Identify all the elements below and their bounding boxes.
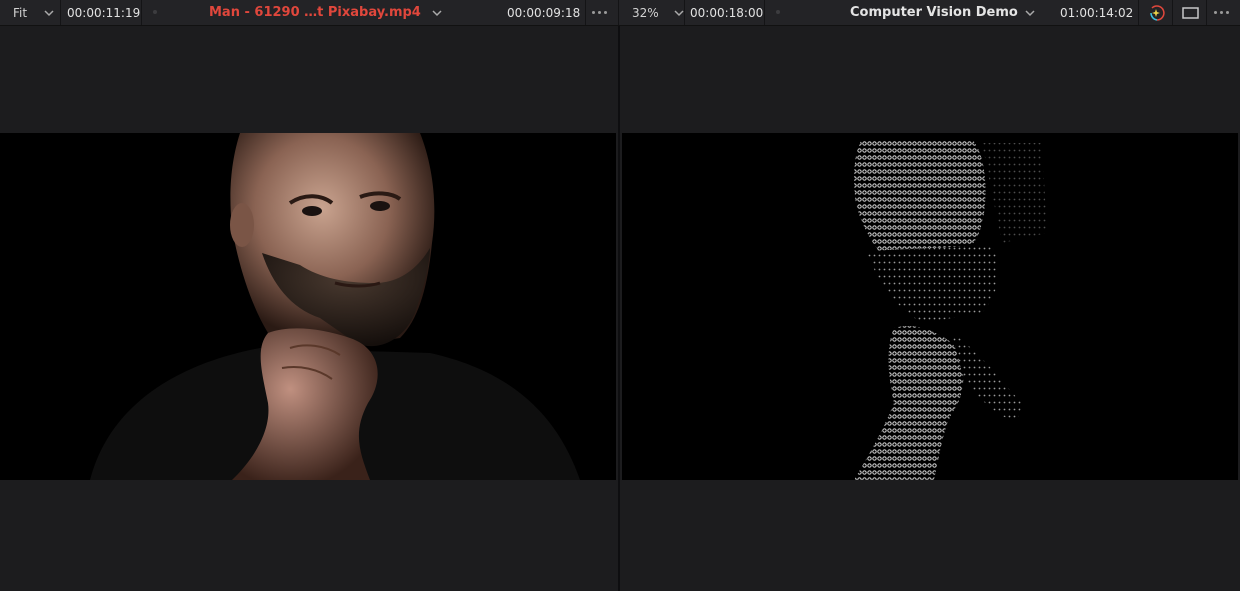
timeline-timecode-duration: 00:00:18:00	[690, 5, 764, 20]
source-zoom-label: Fit	[13, 5, 28, 20]
viewer-toolbar: Fit 00:00:11:19 Man - 61290 …t Pixabay.m…	[0, 0, 1240, 26]
timeline-title: Computer Vision Demo	[850, 5, 1018, 20]
timeline-zoom-dropdown[interactable]: 32%	[632, 0, 685, 25]
chevron-down-icon	[1024, 7, 1036, 19]
more-options-icon[interactable]	[592, 0, 607, 25]
rectangle-frame-icon[interactable]	[1182, 0, 1199, 25]
timeline-zoom-label: 32%	[632, 5, 659, 20]
timeline-video-frame[interactable]	[622, 133, 1238, 480]
source-viewer	[0, 26, 618, 591]
chevron-down-icon	[43, 7, 55, 19]
source-clip-title: Man - 61290 …t Pixabay.mp4	[209, 5, 421, 20]
timeline-timecode-current: 01:00:14:02	[1060, 5, 1134, 20]
more-options-icon[interactable]	[1214, 0, 1229, 25]
timeline-title-dropdown[interactable]: Computer Vision Demo	[850, 0, 1036, 25]
chevron-down-icon	[431, 7, 443, 19]
timeline-viewer	[620, 26, 1240, 591]
source-zoom-dropdown[interactable]: Fit	[13, 0, 55, 25]
source-timecode-duration: 00:00:11:19	[67, 5, 141, 20]
source-video-frame[interactable]	[0, 133, 616, 480]
source-clip-dropdown[interactable]: Man - 61290 …t Pixabay.mp4	[209, 0, 443, 25]
source-jog-dot	[153, 10, 157, 14]
chevron-down-icon	[673, 7, 685, 19]
source-timecode-current: 00:00:09:18	[507, 5, 581, 20]
sparkle-color-icon[interactable]	[1148, 0, 1166, 25]
timeline-jog-dot	[776, 10, 780, 14]
